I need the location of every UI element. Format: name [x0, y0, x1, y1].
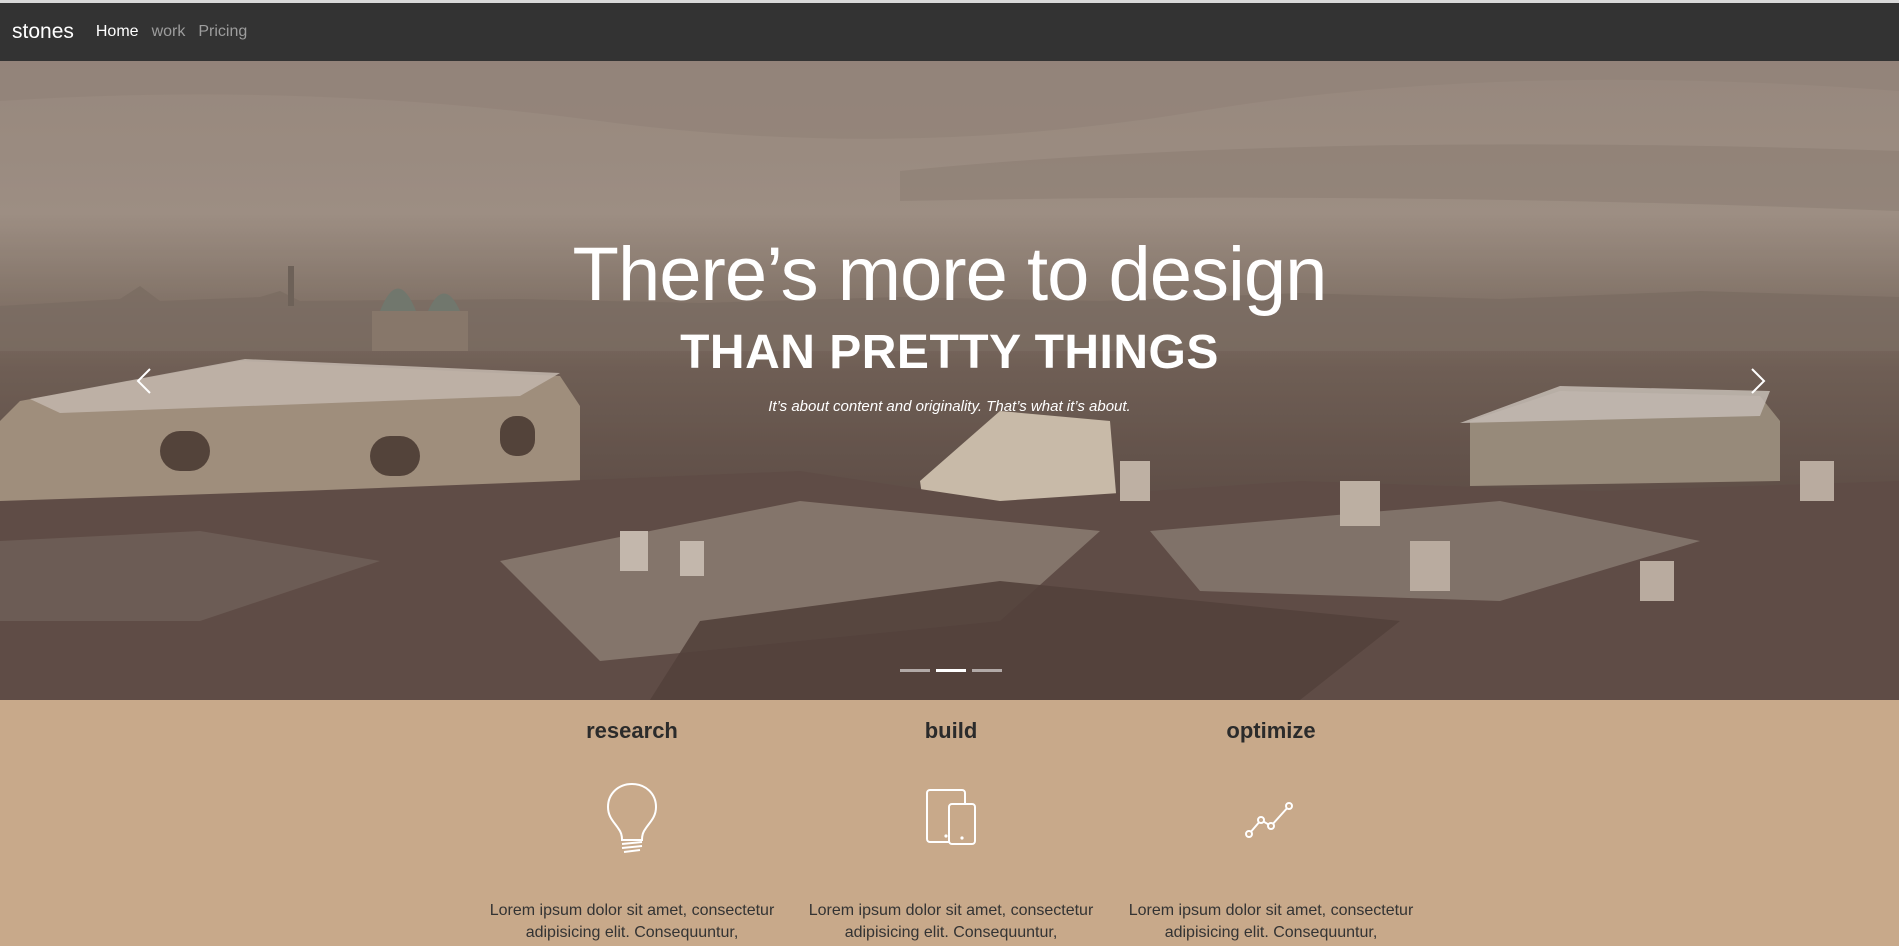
- carousel-indicator-3[interactable]: [972, 669, 1002, 672]
- feature-title: optimize: [1226, 718, 1316, 743]
- hero-tint-overlay: [0, 61, 1899, 700]
- feature-title: build: [924, 718, 978, 743]
- nav-link-pricing[interactable]: Pricing: [198, 23, 247, 41]
- carousel-next-button[interactable]: [1738, 361, 1778, 401]
- feature-build: build Lorem ipsum dolor sit amet, consec…: [806, 700, 1096, 946]
- feature-title: research: [586, 718, 678, 743]
- nav-link-work[interactable]: work: [152, 23, 186, 41]
- devices-icon: [926, 789, 976, 845]
- feature-description: Lorem ipsum dolor sit amet, consectetur …: [489, 902, 775, 941]
- brand-logo[interactable]: stones: [12, 20, 74, 44]
- features-section: research Lorem ipsum dolor sit amet, con…: [0, 700, 1899, 946]
- carousel-indicator-1[interactable]: [900, 669, 930, 672]
- hero-subtitle: THAN PRETTY THINGS: [680, 326, 1219, 379]
- carousel-indicators: [900, 669, 1002, 672]
- lightbulb-icon: [606, 782, 658, 853]
- chevron-right-icon: [1751, 368, 1766, 394]
- carousel-indicator-2[interactable]: [936, 669, 966, 672]
- chevron-left-icon: [136, 368, 151, 394]
- feature-research: research Lorem ipsum dolor sit amet, con…: [487, 700, 777, 946]
- nav-link-home[interactable]: Home: [96, 23, 139, 41]
- feature-description: Lorem ipsum dolor sit amet, consectetur …: [808, 902, 1094, 941]
- hero-carousel: There’s more to design THAN PRETTY THING…: [0, 61, 1899, 700]
- feature-optimize: optimize Lorem ipsum dolor sit amet, con…: [1126, 700, 1416, 946]
- hero-tagline: It’s about content and originality. That…: [768, 398, 1131, 415]
- navbar: stones Home work Pricing: [0, 3, 1899, 61]
- hero-title: There’s more to design: [572, 232, 1328, 317]
- line-chart-icon: [1245, 802, 1293, 838]
- feature-description: Lorem ipsum dolor sit amet, consectetur …: [1128, 902, 1414, 941]
- carousel-prev-button[interactable]: [124, 361, 164, 401]
